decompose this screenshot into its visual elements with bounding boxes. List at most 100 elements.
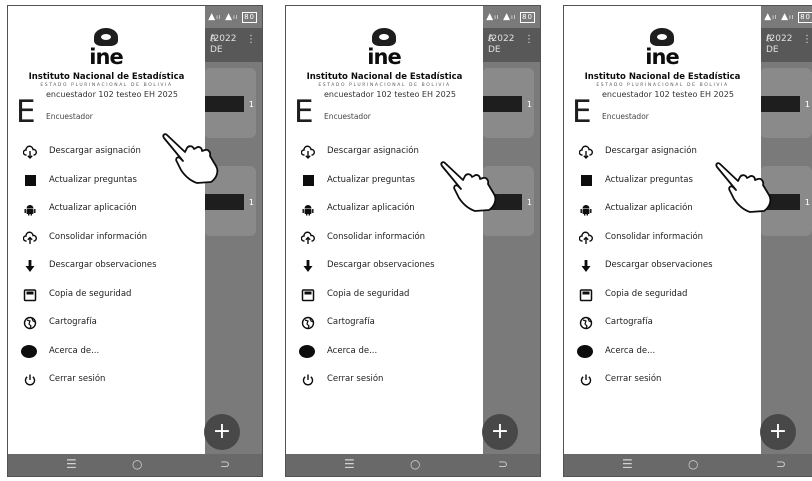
- survey-card[interactable]: 1: [204, 68, 256, 138]
- drawer-menu-item[interactable]: Consolidar información: [286, 224, 483, 253]
- square-icon: [23, 174, 37, 188]
- drawer-menu-label: Actualizar aplicación: [49, 203, 137, 213]
- drawer-menu-item[interactable]: Cartografía: [286, 309, 483, 338]
- user-name: encuestador 102 testeo EH 2025: [46, 90, 178, 99]
- power-icon: [23, 373, 37, 387]
- info-circle-icon: [21, 344, 37, 359]
- drawer-menu-item[interactable]: Acerca de...: [564, 338, 761, 367]
- drawer-menu-item[interactable]: Cartografía: [8, 309, 205, 338]
- drawer-menu-label: Acerca de...: [327, 345, 378, 356]
- drawer-menu-label: Copia de seguridad: [327, 288, 410, 299]
- ine-logo: ine: [642, 28, 682, 72]
- drawer-menu-label: Consolidar información: [327, 231, 426, 242]
- drawer-menu-label: Cartografía: [605, 317, 653, 327]
- survey-card[interactable]: 1: [760, 68, 812, 138]
- drawer-menu-item[interactable]: Copia de seguridad: [564, 281, 761, 310]
- back-button[interactable]: ⊃: [776, 457, 786, 471]
- android-icon: [23, 202, 37, 216]
- ine-logo-text: ine: [89, 45, 123, 69]
- card-count: 1: [526, 100, 532, 109]
- user-role: Encuestador: [602, 112, 649, 121]
- status-bar: 17:42 ⊘ ◔ ⚲ ▲ᵢₗ ▲ᵢₗ 80: [8, 6, 262, 34]
- drawer-menu-label: Actualizar preguntas: [605, 174, 693, 185]
- institution-subtitle: ESTADO PLURINACIONAL DE BOLIVIA: [318, 83, 451, 88]
- drawer-menu-label: Actualizar preguntas: [327, 174, 415, 185]
- cloud-upload-icon: [300, 231, 315, 245]
- status-icons: ⊘ ◔ ⚲ ▲ᵢₗ ▲ᵢₗ 80: [171, 12, 257, 23]
- cloud-download-icon: [300, 145, 315, 159]
- institution-name: Instituto Nacional de Estadística: [584, 72, 741, 82]
- square-icon: [301, 174, 315, 188]
- pointing-hand-icon: [439, 160, 499, 216]
- recent-apps-button[interactable]: ☰: [622, 457, 633, 471]
- drawer-menu-item[interactable]: Copia de seguridad: [286, 281, 483, 310]
- drawer-menu-item[interactable]: Cerrar sesión: [286, 366, 483, 395]
- drawer-menu-item[interactable]: Copia de seguridad: [8, 281, 205, 310]
- cloud-download-icon: [22, 145, 37, 159]
- drawer-menu-label: Acerca de...: [605, 345, 656, 356]
- drawer-menu-item[interactable]: Descargar observaciones: [286, 252, 483, 281]
- drawer-menu-label: Descargar asignación: [49, 146, 141, 156]
- drawer-menu-item[interactable]: Consolidar información: [564, 224, 761, 253]
- info-circle-icon: [299, 344, 315, 359]
- user-name: encuestador 102 testeo EH 2025: [324, 90, 456, 99]
- arrow-down-icon: [23, 259, 37, 273]
- card-count: 1: [804, 100, 810, 109]
- avatar: E: [294, 94, 314, 130]
- globe-icon: [23, 316, 37, 330]
- ine-logo-text: ine: [367, 45, 401, 69]
- add-fab-button[interactable]: +: [204, 414, 240, 450]
- drawer-menu-item[interactable]: Cartografía: [564, 309, 761, 338]
- drawer-menu-item[interactable]: Acerca de...: [8, 338, 205, 367]
- drawer-menu-label: Cartografía: [49, 317, 97, 327]
- globe-icon: [301, 316, 315, 330]
- overflow-menu-icon[interactable]: ⋮: [524, 34, 534, 45]
- drawer-menu-item[interactable]: Descargar observaciones: [8, 252, 205, 281]
- drawer-menu-label: Actualizar aplicación: [605, 203, 693, 213]
- home-button[interactable]: ○: [410, 457, 420, 471]
- drawer-menu-item[interactable]: Descargar observaciones: [564, 252, 761, 281]
- user-name: encuestador 102 testeo EH 2025: [602, 90, 734, 99]
- drawer-menu-label: Descargar observaciones: [49, 260, 157, 270]
- drawer-menu-label: Actualizar preguntas: [49, 174, 137, 185]
- status-icons: ⊘ ◔ ⚲ ▲ᵢₗ ▲ᵢₗ 80: [449, 12, 535, 23]
- ine-logo-text: ine: [645, 45, 679, 69]
- navigation-drawer: ine Instituto Nacional de Estadística ES…: [564, 6, 761, 456]
- overflow-menu-icon[interactable]: ⋮: [802, 34, 812, 45]
- save-icon: [301, 288, 315, 302]
- drawer-menu-label: Descargar asignación: [327, 146, 419, 156]
- overflow-menu-icon[interactable]: ⋮: [246, 34, 256, 45]
- android-icon: [301, 202, 315, 216]
- drawer-menu-label: Acerca de...: [49, 345, 100, 356]
- system-nav-bar: ☰ ○ ⊃: [286, 454, 540, 476]
- status-bar: 17:42 ⊘ ◔ ⚲ ▲ᵢₗ ▲ᵢₗ 80: [564, 6, 812, 34]
- status-bar: 17:42 ⊘ ◔ ⚲ ▲ᵢₗ ▲ᵢₗ 80: [286, 6, 540, 34]
- drawer-menu-label: Actualizar aplicación: [327, 203, 415, 213]
- ine-logo: ine: [364, 28, 404, 72]
- navigation-drawer: ine Instituto Nacional de Estadística ES…: [8, 6, 205, 456]
- recent-apps-button[interactable]: ☰: [66, 457, 77, 471]
- survey-card[interactable]: 1: [482, 68, 534, 138]
- add-fab-button[interactable]: +: [482, 414, 518, 450]
- institution-name: Instituto Nacional de Estadística: [28, 72, 185, 82]
- home-button[interactable]: ○: [132, 457, 142, 471]
- recent-apps-button[interactable]: ☰: [344, 457, 355, 471]
- phone-screen-3: A DE (2022 ⋮ 1 1 17:42 ⊘ ◔ ⚲ ▲ᵢₗ ▲ᵢₗ 80 i…: [563, 5, 812, 477]
- drawer-menu-item[interactable]: Consolidar información: [8, 224, 205, 253]
- home-button[interactable]: ○: [688, 457, 698, 471]
- arrow-down-icon: [301, 259, 315, 273]
- cloud-download-icon: [578, 145, 593, 159]
- drawer-menu-item[interactable]: Actualizar aplicación: [8, 195, 205, 224]
- status-icons: ⊘ ◔ ⚲ ▲ᵢₗ ▲ᵢₗ 80: [727, 12, 812, 23]
- add-fab-button[interactable]: +: [760, 414, 796, 450]
- battery-icon: 80: [242, 12, 257, 23]
- ine-logo: ine: [86, 28, 126, 72]
- save-icon: [23, 288, 37, 302]
- drawer-menu-item[interactable]: Cerrar sesión: [564, 366, 761, 395]
- back-button[interactable]: ⊃: [220, 457, 230, 471]
- card-count: 1: [248, 100, 254, 109]
- back-button[interactable]: ⊃: [498, 457, 508, 471]
- drawer-menu-item[interactable]: Acerca de...: [286, 338, 483, 367]
- clock: 17:42: [573, 13, 599, 23]
- drawer-menu-item[interactable]: Cerrar sesión: [8, 366, 205, 395]
